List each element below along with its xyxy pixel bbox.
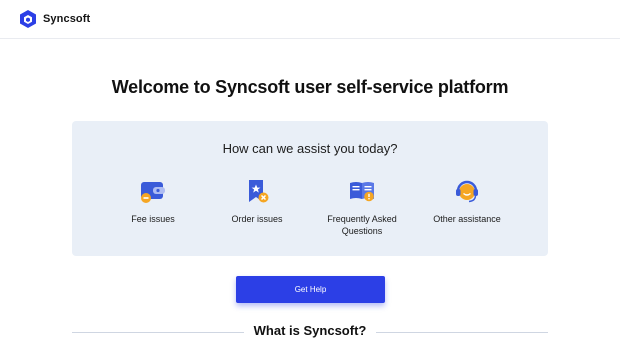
option-label: Other assistance xyxy=(433,214,501,224)
option-label: Order issues xyxy=(231,214,283,224)
option-other-assistance[interactable]: Other assistance xyxy=(412,177,522,225)
get-help-button[interactable]: Get Help xyxy=(236,276,385,303)
wallet-icon xyxy=(141,182,165,203)
assist-panel: How can we assist you today? Fee issues … xyxy=(72,121,548,256)
option-fee-issues[interactable]: Fee issues xyxy=(98,177,208,225)
section-title: What is Syncsoft? xyxy=(253,323,367,338)
top-header: Syncsoft xyxy=(0,0,620,39)
hexagon-cube-logo-icon xyxy=(20,10,36,28)
headset-support-icon xyxy=(456,180,478,203)
order-bookmark-icon xyxy=(249,180,269,203)
assist-options: Fee issues Order issues Frequently Asked… xyxy=(72,177,548,247)
option-order-issues[interactable]: Order issues xyxy=(202,177,312,225)
option-label: Fee issues xyxy=(131,214,175,224)
page-title: Welcome to Syncsoft user self-service pl… xyxy=(111,77,509,97)
panel-title: How can we assist you today? xyxy=(222,141,398,156)
logo-text: Syncsoft xyxy=(43,13,91,25)
section-divider: What is Syncsoft? xyxy=(72,322,548,342)
option-faq[interactable]: Frequently Asked Questions xyxy=(307,177,417,237)
logo[interactable]: Syncsoft xyxy=(19,9,90,29)
book-question-icon xyxy=(350,182,374,202)
option-label: Frequently Asked Questions xyxy=(327,214,397,236)
